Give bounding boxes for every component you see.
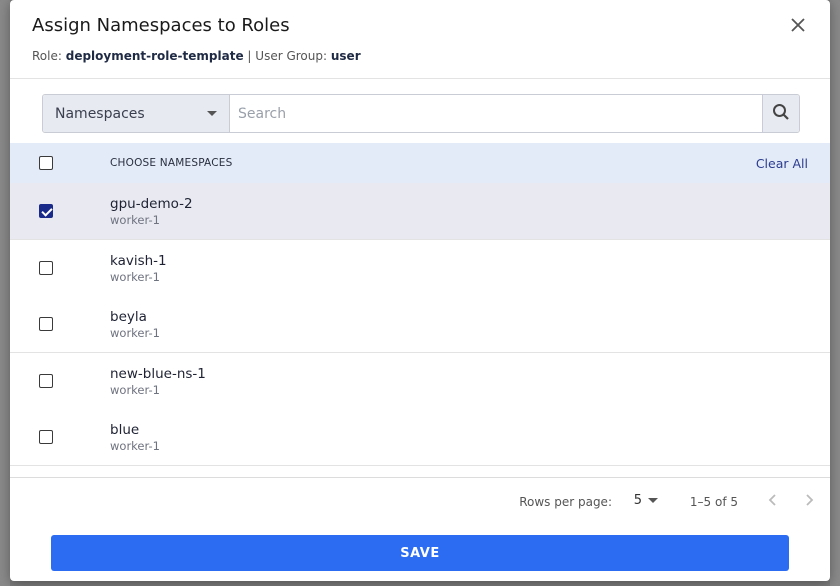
namespace-checkbox[interactable]: [39, 373, 53, 388]
role-value: deployment-role-template: [65, 49, 244, 63]
rows-per-page-label: Rows per page:: [519, 495, 612, 509]
namespace-name: blue: [110, 422, 140, 438]
namespace-checkbox[interactable]: [39, 317, 53, 331]
pagination: Rows per page: 5 1–5 of 5: [10, 490, 830, 514]
footer-divider: [10, 477, 830, 478]
namespace-cluster: worker-1: [110, 269, 160, 284]
namespace-row[interactable]: new-blue-ns-1 worker-1: [10, 352, 830, 410]
filter-bar: Namespaces: [42, 94, 800, 133]
modal-title: Assign Namespaces to Roles: [32, 15, 290, 36]
namespace-checkbox[interactable]: [39, 430, 53, 444]
namespace-name: new-blue-ns-1: [110, 365, 206, 382]
header-divider: [10, 78, 830, 79]
namespace-row[interactable]: kavish-1 worker-1: [10, 239, 830, 297]
role-label: Role:: [32, 49, 62, 63]
namespace-cluster: worker-1: [110, 439, 160, 453]
namespace-row[interactable]: gpu-demo-2 worker-1: [10, 183, 830, 240]
namespace-checkbox[interactable]: [39, 204, 53, 218]
table-header: CHOOSE NAMESPACES Clear All: [10, 143, 830, 183]
namespace-cluster: worker-1: [110, 326, 160, 340]
assign-namespaces-modal: Assign Namespaces to Roles Role: deploym…: [10, 0, 830, 581]
save-button[interactable]: SAVE: [51, 535, 789, 571]
background-page-right: [830, 0, 840, 586]
namespace-cluster: worker-1: [110, 213, 160, 227]
close-button[interactable]: [786, 14, 810, 38]
user-group-value: user: [330, 49, 361, 63]
namespace-filter-value: Namespaces: [55, 105, 145, 122]
namespace-filter-select[interactable]: Namespaces: [43, 95, 230, 132]
search-input[interactable]: [230, 95, 762, 132]
chevron-down-icon: [648, 498, 658, 503]
background-page-left: [0, 0, 10, 586]
namespace-name: gpu-demo-2: [110, 196, 193, 212]
clear-all-link[interactable]: Clear All: [756, 156, 808, 171]
namespace-row[interactable]: beyla worker-1: [10, 296, 830, 353]
close-icon: [791, 17, 805, 36]
select-all-checkbox[interactable]: [39, 156, 53, 170]
namespace-name: kavish-1: [110, 252, 167, 269]
previous-page-button[interactable]: [766, 492, 780, 511]
chevron-down-icon: [207, 111, 217, 116]
namespace-checkbox[interactable]: [39, 260, 53, 275]
chevron-left-icon: [768, 494, 776, 506]
search-button[interactable]: [762, 95, 799, 132]
pagination-range: 1–5 of 5: [689, 495, 738, 509]
chevron-right-icon: [806, 494, 814, 506]
namespace-name: beyla: [110, 309, 147, 325]
namespace-row[interactable]: blue worker-1: [10, 409, 830, 466]
rows-per-page-value: 5: [633, 493, 642, 508]
user-group-label: User Group:: [255, 49, 328, 63]
modal-subtitle: Role: deployment-role-template | User Gr…: [32, 49, 361, 63]
search-icon: [772, 103, 790, 125]
subtitle-separator: |: [247, 49, 252, 63]
rows-per-page-select[interactable]: 5: [634, 493, 658, 508]
namespace-cluster: worker-1: [110, 382, 160, 397]
next-page-button[interactable]: [802, 492, 816, 511]
choose-namespaces-heading: CHOOSE NAMESPACES: [110, 157, 233, 169]
